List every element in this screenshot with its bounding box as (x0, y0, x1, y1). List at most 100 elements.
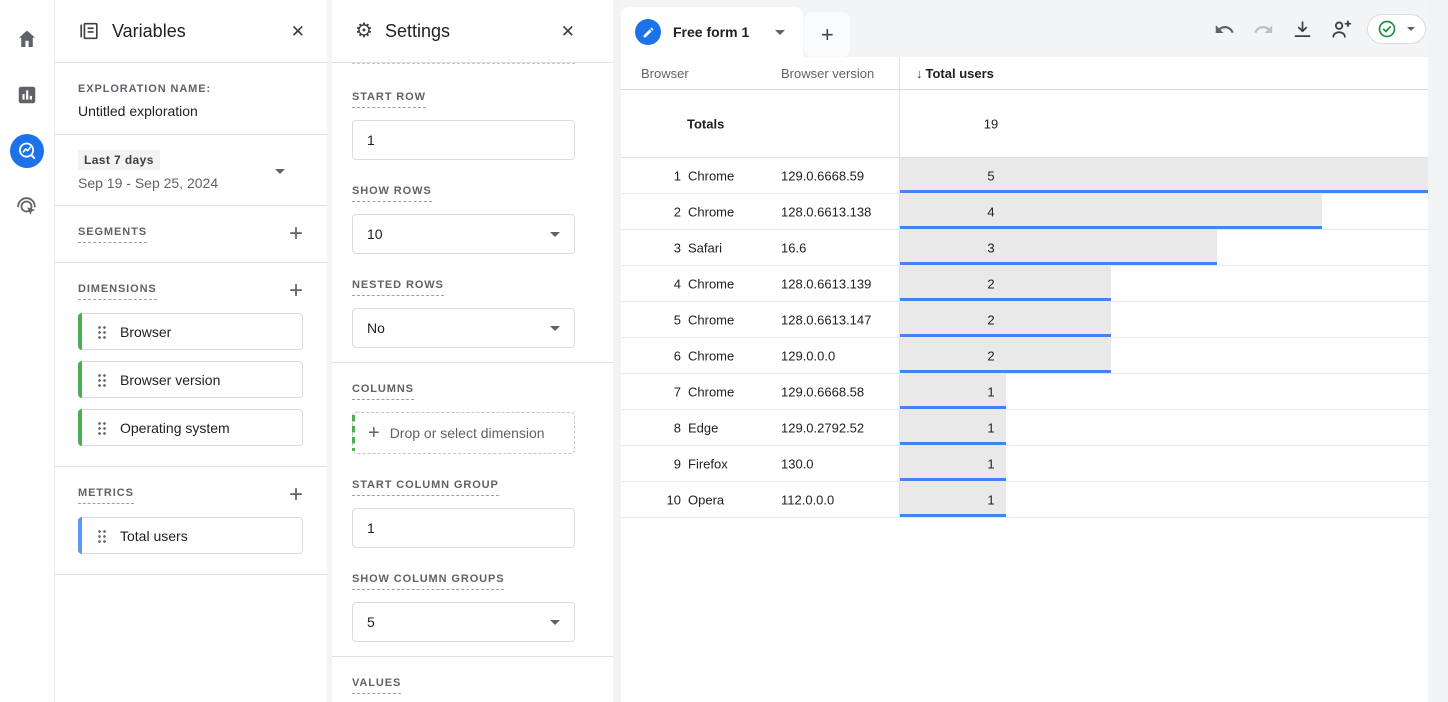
table-row[interactable]: 5Chrome128.0.6613.1472 (621, 302, 1428, 338)
row-browser-version: 112.0.0.0 (781, 492, 834, 507)
dimension-chip-list: Browser Browser version Operating system (78, 301, 303, 466)
table-row[interactable]: 9 Firefox 130.0 1 (621, 446, 1428, 482)
table-row[interactable]: 2Chrome128.0.6613.1384 (621, 194, 1428, 230)
row-rank: 2 (641, 204, 681, 219)
dimension-chip[interactable]: Browser version (78, 361, 303, 398)
variables-header: Variables ✕ (55, 0, 327, 63)
chevron-down-icon (550, 620, 560, 625)
row-browser-version: 129.0.2792.52 (781, 420, 864, 435)
row-browser: Chrome (688, 168, 734, 183)
dimension-chip[interactable]: Browser (78, 313, 303, 350)
row-browser-version: 129.0.6668.59 (781, 168, 864, 183)
start-row-input[interactable] (352, 120, 575, 160)
variables-panel-title: Variables (112, 21, 279, 42)
row-browser-version: 130.0 (781, 456, 814, 471)
drag-handle-icon[interactable] (98, 373, 107, 387)
row-value: 1 (975, 384, 1007, 399)
row-value: 1 (975, 456, 1007, 471)
table-row[interactable]: 10Opera112.0.0.01 (621, 482, 1428, 518)
tab-label: Free form 1 (673, 24, 749, 40)
add-metric-button[interactable]: + (289, 485, 303, 505)
start-column-group-input[interactable] (352, 508, 575, 548)
row-rank: 7 (641, 384, 681, 399)
columns-dropzone[interactable]: + Drop or select dimension (352, 412, 575, 454)
values-settings-section: VALUES Total users + Drop or select metr… (332, 657, 613, 702)
download-icon[interactable] (1289, 16, 1315, 42)
close-icon[interactable]: ✕ (291, 23, 305, 40)
dimension-chip-label: Browser (120, 324, 171, 340)
drag-handle-icon[interactable] (98, 529, 107, 543)
value-bar (900, 230, 1217, 265)
table-row[interactable]: 6Chrome129.0.0.02 (621, 338, 1428, 374)
value-bar (900, 194, 1322, 229)
show-column-groups-label: SHOW COLUMN GROUPS (352, 573, 504, 590)
show-column-groups-select[interactable]: 5 (352, 602, 575, 642)
row-value-cell: 1 (899, 374, 1428, 409)
canvas-toolbar (1211, 14, 1428, 57)
metric-chip[interactable]: Total users (78, 517, 303, 554)
table-row[interactable]: 4Chrome128.0.6613.1392 (621, 266, 1428, 302)
share-users-icon[interactable] (1328, 16, 1354, 42)
totals-label: Totals (687, 116, 724, 131)
advertising-icon[interactable] (10, 190, 44, 224)
undo-icon[interactable] (1211, 16, 1237, 42)
table-row[interactable]: 3Safari16.63 (621, 230, 1428, 266)
nested-rows-label: NESTED ROWS (352, 279, 444, 296)
freeform-table: Browser Browser version ↓ Total users To… (621, 57, 1428, 518)
pencil-icon (635, 19, 661, 45)
settings-panel: ⚙ Settings ✕ START ROW SHOW ROWS 10 NEST… (332, 0, 613, 702)
dimensions-label: DIMENSIONS (78, 283, 157, 300)
dimension-chip[interactable]: Operating system (78, 409, 303, 446)
row-browser: Firefox (688, 456, 728, 471)
new-tab-button[interactable]: + (804, 12, 850, 57)
table-row[interactable]: 1Chrome129.0.6668.595 (621, 158, 1428, 194)
row-rank: 1 (641, 168, 681, 183)
date-range-section[interactable]: Last 7 days Sep 19 - Sep 25, 2024 (55, 135, 327, 206)
row-browser: Chrome (688, 204, 734, 219)
panel-divider (613, 0, 621, 702)
home-icon[interactable] (10, 22, 44, 56)
row-browser: Chrome (688, 276, 734, 291)
row-rank: 9 (641, 456, 681, 471)
redo-icon[interactable] (1250, 16, 1276, 42)
row-rank: 10 (641, 492, 681, 507)
row-value-cell: 1 (899, 410, 1428, 445)
row-value-cell: 3 (899, 230, 1428, 265)
date-range-text: Sep 19 - Sep 25, 2024 (78, 175, 303, 191)
drag-handle-icon[interactable] (98, 325, 107, 339)
status-ok-button[interactable] (1367, 14, 1426, 44)
row-rank: 8 (641, 420, 681, 435)
settings-header: ⚙ Settings ✕ (332, 0, 613, 63)
row-value: 2 (975, 348, 1007, 363)
chevron-down-icon (550, 326, 560, 331)
date-preset-chip[interactable]: Last 7 days (78, 150, 160, 170)
explore-icon[interactable] (10, 134, 44, 168)
add-segment-button[interactable]: + (289, 224, 303, 244)
metric-chip-label: Total users (120, 528, 188, 544)
nested-rows-select[interactable]: No (352, 308, 575, 348)
row-value-cell: 2 (899, 302, 1428, 337)
chevron-down-icon[interactable] (775, 30, 785, 35)
start-column-group-label: START COLUMN GROUP (352, 479, 499, 496)
column-header-total-users[interactable]: ↓ Total users (899, 57, 1428, 89)
table-header-row: Browser Browser version ↓ Total users (621, 57, 1428, 90)
close-icon[interactable]: ✕ (561, 23, 575, 40)
row-browser: Opera (688, 492, 724, 507)
chevron-down-icon (550, 232, 560, 237)
show-rows-select[interactable]: 10 (352, 214, 575, 254)
column-header-browser[interactable]: Browser (641, 66, 689, 81)
sort-descending-icon: ↓ (916, 66, 923, 81)
table-body: 1Chrome129.0.6668.5952Chrome128.0.6613.1… (621, 158, 1428, 518)
reports-icon[interactable] (10, 78, 44, 112)
metric-chip-list: Total users (78, 505, 303, 574)
row-browser-version: 128.0.6613.138 (781, 204, 871, 219)
column-header-browser-version[interactable]: Browser version (781, 66, 874, 81)
chevron-down-icon[interactable] (275, 169, 285, 174)
drag-handle-icon[interactable] (98, 421, 107, 435)
exploration-name-value[interactable]: Untitled exploration (78, 103, 303, 119)
table-row[interactable]: 8Edge129.0.2792.521 (621, 410, 1428, 446)
add-dimension-button[interactable]: + (289, 281, 303, 301)
row-value: 2 (975, 276, 1007, 291)
table-row[interactable]: 7Chrome129.0.6668.581 (621, 374, 1428, 410)
tab-free-form-1[interactable]: Free form 1 (621, 7, 803, 57)
